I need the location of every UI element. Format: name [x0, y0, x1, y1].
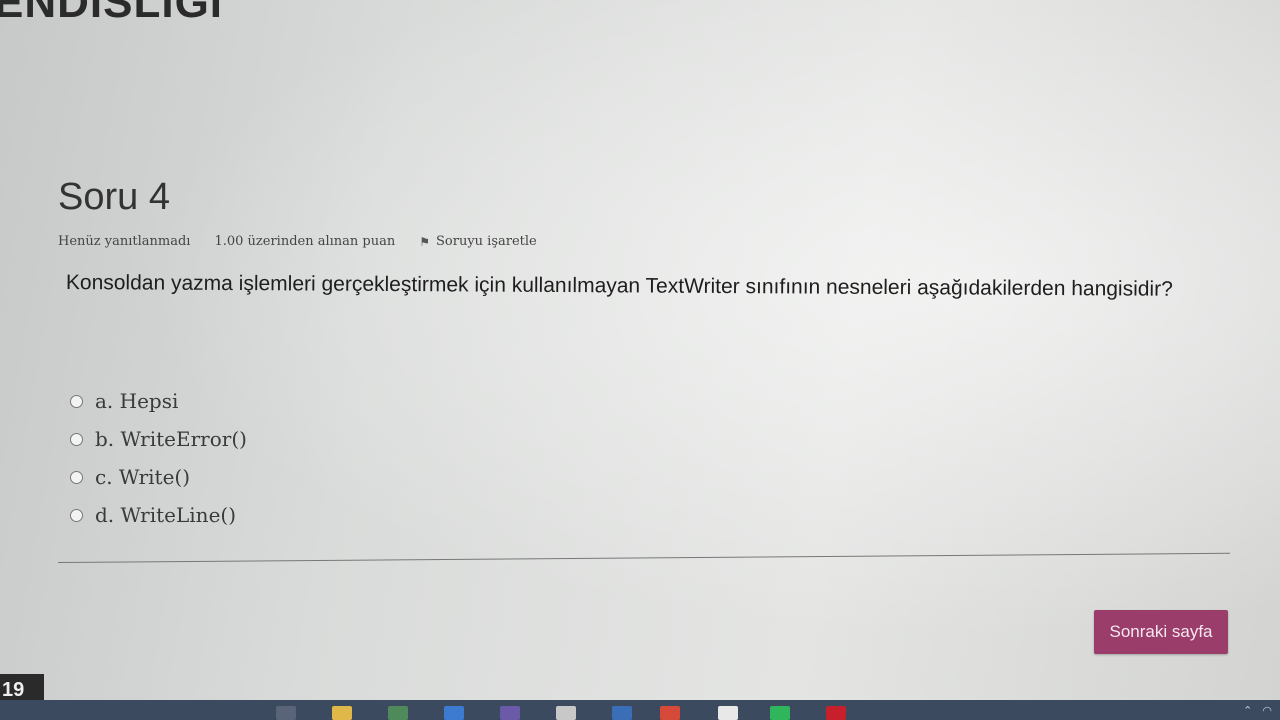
chrome-icon[interactable] [660, 706, 680, 720]
answer-label-b: b. WriteError() [95, 427, 247, 451]
radio-button-c[interactable] [70, 470, 83, 484]
screen: ENDISLIGI Soru 4 Henüz yanıtlanmadı 1.00… [0, 0, 1280, 706]
question-title: Soru 4 [58, 176, 170, 218]
file-explorer-icon[interactable] [332, 706, 352, 720]
flag-icon: ⚑ [419, 234, 430, 249]
question-points: 1.00 üzerinden alınan puan [214, 234, 396, 249]
netflix-icon[interactable] [826, 706, 846, 720]
question-text: Konsoldan yazma işlemleri gerçekleştirme… [65, 270, 1173, 301]
edge-icon[interactable] [612, 706, 632, 720]
radio-button-b[interactable] [70, 432, 83, 446]
next-page-button[interactable]: Sonraki sayfa [1094, 610, 1228, 654]
system-tray: ⌃ ◠ [1243, 704, 1272, 717]
page-heading: ENDISLIGI [0, 0, 224, 27]
flag-question-link[interactable]: ⚑ Soruyu işaretle [419, 234, 537, 249]
answer-option-b[interactable]: b. WriteError() [70, 420, 247, 458]
radio-button-d[interactable] [70, 508, 83, 522]
answer-option-d[interactable]: d. WriteLine() [70, 496, 247, 534]
store-icon[interactable] [388, 706, 408, 720]
answer-label-a: a. Hepsi [95, 389, 179, 413]
document-icon[interactable] [718, 706, 738, 720]
answer-label-d: d. WriteLine() [95, 503, 237, 527]
answer-list: a. Hepsi b. WriteError() c. Write() d. W… [70, 382, 247, 534]
visual-studio-icon[interactable] [500, 706, 520, 720]
flag-question-label: Soruyu işaretle [436, 234, 537, 249]
answer-option-a[interactable]: a. Hepsi [70, 382, 247, 420]
app-icon[interactable] [556, 706, 576, 720]
question-status: Henüz yanıtlanmadı [58, 234, 191, 249]
radio-button-a[interactable] [70, 394, 83, 408]
taskbar: ⌃ ◠ [0, 700, 1280, 720]
calculator-icon[interactable] [444, 706, 464, 720]
wifi-icon[interactable]: ◠ [1262, 704, 1272, 717]
question-info: Henüz yanıtlanmadı 1.00 üzerinden alınan… [58, 234, 537, 249]
divider [58, 552, 1230, 563]
spotify-icon[interactable] [770, 706, 790, 720]
chevron-up-icon[interactable]: ⌃ [1243, 704, 1252, 717]
task-view-icon[interactable] [276, 706, 296, 720]
answer-option-c[interactable]: c. Write() [70, 458, 247, 496]
answer-label-c: c. Write() [95, 465, 191, 489]
